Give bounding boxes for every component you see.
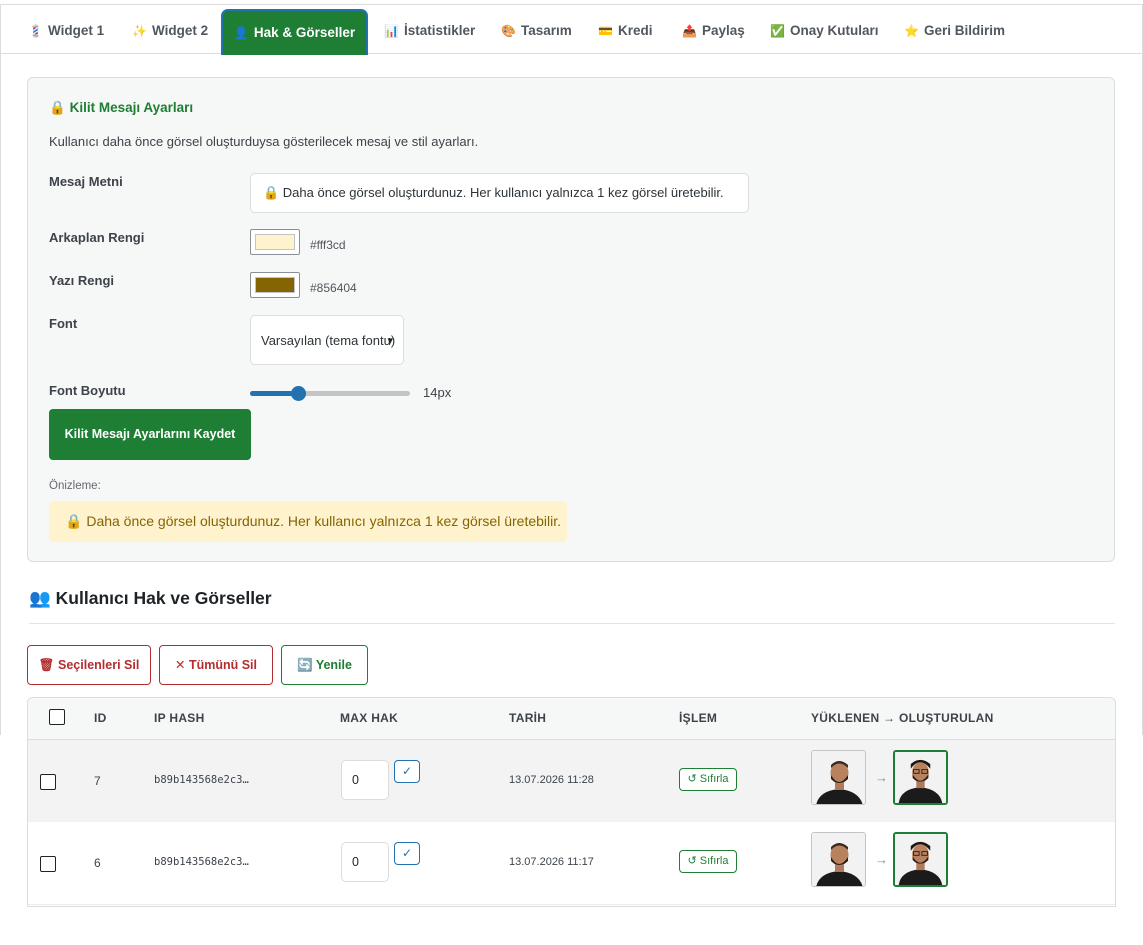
panel-title-text: Kilit Mesajı Ayarları [69,100,194,115]
table-row: 6 b89b143568e2c3… 0 ✓ 13.07.2026 11:17 ↺… [28,822,1115,905]
tab-geri-bildirim[interactable]: ⭐ Geri Bildirim [904,5,1005,53]
arrow-right-icon: → [875,852,888,867]
font-select-value: Varsayılan (tema fontu) [261,333,396,348]
confirm-max-hak-button[interactable]: ✓ [394,842,420,865]
tab-kredi[interactable]: 💳 Kredi [598,5,652,53]
tab-label: Widget 2 [151,23,209,38]
preview-text: Daha önce görsel oluşturdunuz. Her kulla… [86,513,562,529]
tab-label: Onay Kutuları [789,23,879,38]
tab-paylas[interactable]: 📤 Paylaş [682,5,745,53]
row-date: 13.07.2026 11:17 [509,856,594,868]
table-row: 7 b89b143568e2c3… 0 ✓ 13.07.2026 11:28 ↺… [28,740,1115,823]
tab-label: Kredi [617,23,653,38]
tab-widget-1[interactable]: 💈 Widget 1 [28,5,104,53]
row-checkbox[interactable] [40,856,56,872]
chart-icon: 📊 [384,24,399,38]
max-hak-input[interactable]: 0 [341,842,389,882]
column-header-images: YÜKLENEN → OLUŞTURULAN [811,711,994,725]
users-icon: 👥 [29,588,51,608]
tab-label: Tasarım [520,23,572,38]
generated-image[interactable] [893,750,948,805]
font-size-slider[interactable] [250,386,410,401]
section-title-text: Kullanıcı Hak ve Görseller [55,588,272,608]
chevron-down-icon: ▾ [387,335,393,347]
row-id: 6 [94,856,101,870]
uploaded-image[interactable] [811,832,866,887]
font-label: Font [49,316,78,331]
font-size-label: Font Boyutu [49,383,126,398]
save-lock-settings-button[interactable]: Kilit Mesajı Ayarlarını Kaydet [49,409,251,460]
checkbox-icon: ✅ [770,24,785,38]
uploaded-image[interactable] [811,750,866,805]
confirm-max-hak-button[interactable]: ✓ [394,760,420,783]
tab-widget-2[interactable]: ✨ Widget 2 [132,5,208,53]
divider [29,623,1115,624]
row-checkbox[interactable] [40,774,56,790]
person-portrait-icon [895,834,946,885]
font-select[interactable]: Varsayılan (tema fontu) ▾ [250,315,404,365]
bg-color-label: Arkaplan Rengi [49,230,145,245]
max-hak-input[interactable]: 0 [341,760,389,800]
lock-icon: 🔒 [49,100,66,115]
bg-color-swatch [255,234,295,250]
table-header: ID IP HASH MAX HAK TARİH İŞLEM YÜKLENEN … [28,698,1115,740]
arrow-right-icon: → [875,770,888,785]
row-ip-hash: b89b143568e2c3… [154,856,249,868]
tab-bar: 💈 Widget 1 ✨ Widget 2 👤 Hak & Görseller 📊 İs… [1,5,1142,55]
credit-card-icon: 💳 [598,24,613,38]
column-header-ip-hash: IP HASH [154,711,205,725]
column-header-islem: İŞLEM [679,711,718,725]
message-text-input[interactable]: 🔒 Daha önce görsel oluşturdunuz. Her kul… [250,173,749,213]
plugin-frame: 💈 Widget 1 ✨ Widget 2 👤 Hak & Görseller 📊 İs… [0,4,1143,735]
text-color-hex: #856404 [310,281,357,295]
panel-title: 🔒 Kilit Mesajı Ayarları [49,100,193,116]
slider-thumb[interactable] [291,386,306,401]
lock-settings-panel: 🔒 Kilit Mesajı Ayarları Kullanıcı daha ö… [27,77,1115,562]
panel-description: Kullanıcı daha önce görsel oluşturduysa … [49,134,479,149]
person-portrait-icon [812,751,865,804]
reset-button[interactable]: ↺ Sıfırla [679,768,737,791]
users-table: ID IP HASH MAX HAK TARİH İŞLEM YÜKLENEN … [27,697,1116,907]
text-color-picker[interactable] [250,272,300,298]
lock-message-preview: 🔒 Daha önce görsel oluşturdunuz. Her kul… [49,501,567,542]
tab-label: Geri Bildirim [923,23,1005,38]
row-id: 7 [94,774,101,788]
delete-selected-button[interactable]: 🗑 Seçilenleri Sil [27,645,151,685]
person-portrait-icon [812,833,865,886]
tab-label: Hak & Görseller [253,25,356,40]
select-all-checkbox[interactable] [49,709,65,725]
preview-label: Önizleme: [49,480,101,492]
palette-icon: 🎨 [501,24,516,38]
share-icon: 📤 [682,24,697,38]
font-size-value: 14px [423,385,452,400]
refresh-button[interactable]: 🔄 Yenile [281,645,368,685]
section-title: 👥 Kullanıcı Hak ve Görseller [29,588,272,609]
reset-button[interactable]: ↺ Sıfırla [679,850,737,873]
tab-tasarim[interactable]: 🎨 Tasarım [501,5,572,53]
tab-istatistikler[interactable]: 📊 İstatistikler [384,5,475,53]
delete-all-button[interactable]: ✕ Tümünü Sil [159,645,273,685]
star-icon: ⭐ [904,24,919,38]
bg-color-picker[interactable] [250,229,300,255]
generated-image[interactable] [893,832,948,887]
row-date: 13.07.2026 11:28 [509,774,594,786]
text-color-swatch [255,277,295,293]
column-header-id: ID [94,711,107,725]
tab-onay-kutulari[interactable]: ✅ Onay Kutuları [770,5,878,53]
lock-icon: 🔒 [65,513,83,529]
user-icon: 👤 [233,26,249,40]
text-color-label: Yazı Rengi [49,273,115,288]
sparkles-icon: ✨ [132,24,147,38]
tab-hak-gorseller[interactable]: 👤 Hak & Görseller [221,9,368,55]
tab-label: İstatistikler [403,23,476,38]
barber-pole-icon: 💈 [28,24,43,38]
column-header-tarih: TARİH [509,711,547,725]
message-label: Mesaj Metni [49,174,123,189]
tab-label: Widget 1 [47,23,105,38]
person-portrait-icon [895,752,946,803]
bg-color-hex: #fff3cd [310,238,346,252]
column-header-max-hak: MAX HAK [340,711,399,725]
tab-label: Paylaş [701,23,745,38]
row-ip-hash: b89b143568e2c3… [154,774,249,786]
